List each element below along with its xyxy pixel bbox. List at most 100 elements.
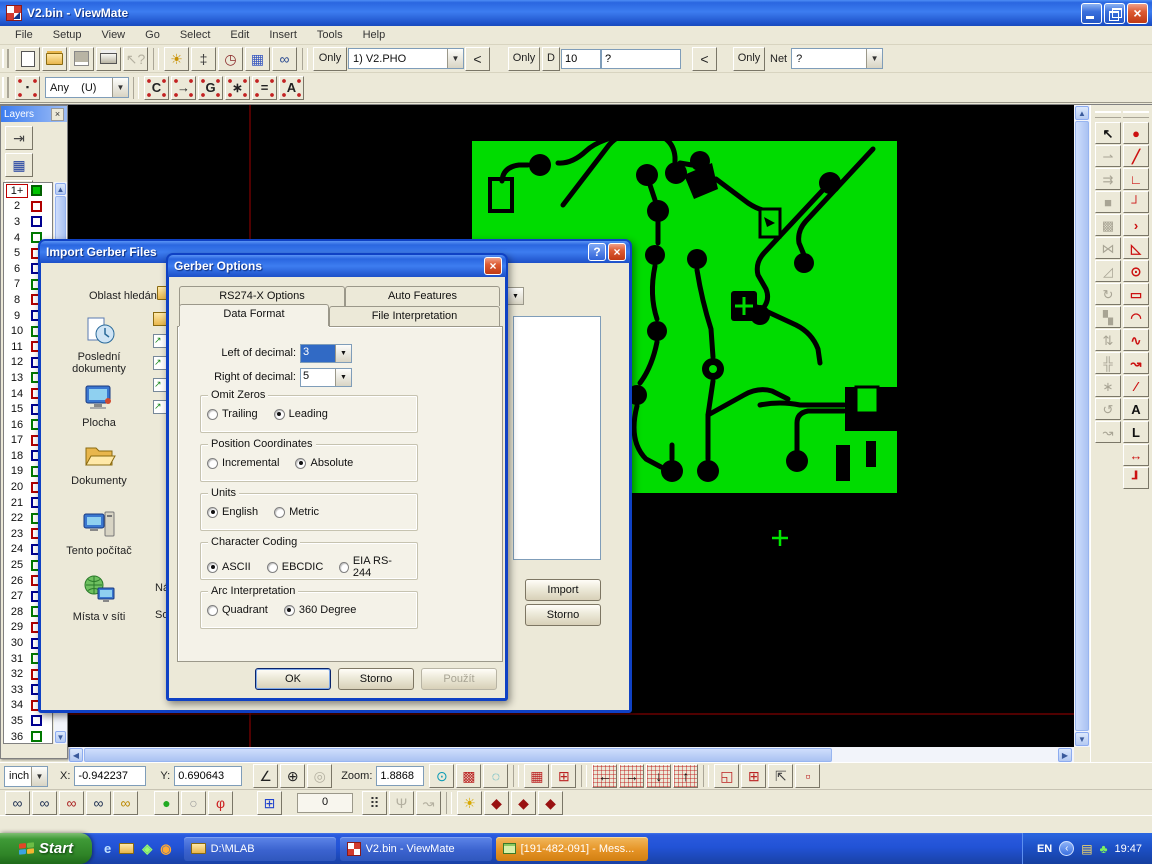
- insert-layer-button[interactable]: ⇥: [5, 126, 33, 150]
- left-of-decimal-select[interactable]: 3 ▼: [300, 344, 352, 363]
- layer-row-3[interactable]: 3: [4, 214, 52, 230]
- lamp-on-button[interactable]: ●: [154, 791, 179, 815]
- ok-button[interactable]: OK: [255, 668, 331, 690]
- apply-button[interactable]: Použít: [421, 668, 497, 690]
- scroll-down-button[interactable]: ▼: [1075, 732, 1089, 746]
- close-button[interactable]: ×: [1127, 3, 1148, 24]
- close-icon[interactable]: ×: [51, 108, 64, 121]
- grid-coarse-button[interactable]: ⊞: [551, 764, 576, 788]
- fill-pattern-tool[interactable]: ▩: [1095, 214, 1121, 236]
- dot-grid-button[interactable]: ⠿: [362, 791, 387, 815]
- layer-color-swatch[interactable]: [31, 201, 42, 212]
- pan-up-button[interactable]: ↑: [673, 764, 698, 788]
- dcode-input[interactable]: [561, 49, 601, 69]
- layer-select[interactable]: 1) V2.PHO ▼: [348, 48, 464, 69]
- tab-data-format[interactable]: Data Format: [179, 304, 329, 326]
- shear-tool[interactable]: ▚: [1095, 306, 1121, 328]
- menu-setup[interactable]: Setup: [46, 27, 89, 43]
- menu-view[interactable]: View: [94, 27, 132, 43]
- radio-quadrant[interactable]: Quadrant: [207, 604, 268, 616]
- scroll-right-button[interactable]: ▶: [1058, 748, 1072, 762]
- view-filled-button[interactable]: ∞: [59, 791, 84, 815]
- aperture-select[interactable]: Any (U) ▼: [45, 77, 129, 98]
- zoom-input[interactable]: [376, 766, 424, 786]
- radio-absolute[interactable]: Absolute: [295, 457, 353, 469]
- layer-color-swatch[interactable]: [31, 216, 42, 227]
- menu-help[interactable]: Help: [356, 27, 393, 43]
- layer-color-swatch[interactable]: [31, 731, 42, 742]
- clock-button[interactable]: ◷: [218, 47, 243, 71]
- prev-layer-button[interactable]: <: [465, 47, 490, 71]
- pan-right-button[interactable]: →: [619, 764, 644, 788]
- pointer-tool[interactable]: ↖: [1095, 122, 1121, 144]
- menu-tools[interactable]: Tools: [310, 27, 350, 43]
- view-sketch-button[interactable]: ∞: [113, 791, 138, 815]
- view-origin-button[interactable]: ◱: [714, 764, 739, 788]
- zoom-selection-button[interactable]: ◌: [483, 764, 508, 788]
- draw-polyline-tool[interactable]: ∟: [1123, 168, 1149, 190]
- select-area-button[interactable]: ▫: [795, 764, 820, 788]
- radio-leading[interactable]: Leading: [274, 408, 328, 420]
- collapse-tray-button[interactable]: ‹: [1059, 841, 1074, 856]
- menu-file[interactable]: File: [8, 27, 40, 43]
- select-group-button[interactable]: G: [198, 76, 223, 100]
- chevron-down-icon[interactable]: ▼: [335, 369, 351, 386]
- language-indicator[interactable]: EN: [1037, 843, 1052, 855]
- view-traces-button[interactable]: ∞: [32, 791, 57, 815]
- probe-button[interactable]: ‡: [191, 47, 216, 71]
- help-button[interactable]: ?: [588, 243, 606, 261]
- lamp-off-button[interactable]: ○: [181, 791, 206, 815]
- quicklaunch-green-app[interactable]: ◈: [142, 841, 152, 857]
- radio-metric[interactable]: Metric: [274, 506, 319, 518]
- settings-tool[interactable]: ∗: [1095, 375, 1121, 397]
- scroll-up-button[interactable]: ▲: [55, 183, 66, 195]
- only-dcode-button[interactable]: Only: [508, 47, 540, 71]
- highlight-button[interactable]: ☀: [164, 47, 189, 71]
- print-button[interactable]: [96, 47, 121, 71]
- layer-color-swatch[interactable]: [31, 185, 42, 196]
- tray-icq-icon[interactable]: ♣: [1100, 842, 1108, 856]
- quicklaunch-folder[interactable]: [119, 843, 134, 854]
- move-multi-tool[interactable]: ⇉: [1095, 168, 1121, 190]
- layer-table-button[interactable]: ▦: [5, 153, 33, 177]
- pan-left-button[interactable]: ←: [592, 764, 617, 788]
- fill-rect-tool[interactable]: ■: [1095, 191, 1121, 213]
- right-of-decimal-select[interactable]: 5 ▼: [300, 368, 352, 387]
- task-dmlab[interactable]: D:\MLAB: [184, 837, 336, 861]
- select-component-button[interactable]: C: [144, 76, 169, 100]
- task-message[interactable]: [191-482-091] - Mess...: [496, 837, 648, 861]
- clock[interactable]: 19:47: [1114, 843, 1142, 855]
- radio-english[interactable]: English: [207, 506, 258, 518]
- prev-dcode-button[interactable]: <: [692, 47, 717, 71]
- place-network[interactable]: Místa v síti: [53, 574, 145, 623]
- film-colors-button[interactable]: ▦: [245, 47, 270, 71]
- horizontal-scroll-thumb[interactable]: [84, 748, 832, 762]
- save-file-button[interactable]: [69, 47, 94, 71]
- layer-row-35[interactable]: 35: [4, 713, 52, 729]
- tab-rs274x[interactable]: RS274-X Options: [179, 286, 345, 306]
- scroll-up-button[interactable]: ▲: [1075, 106, 1089, 120]
- diamond-rotate-button[interactable]: ◆: [511, 791, 536, 815]
- cancel-button[interactable]: Storno: [338, 668, 414, 690]
- menu-edit[interactable]: Edit: [223, 27, 256, 43]
- tab-file-interpretation[interactable]: File Interpretation: [329, 306, 500, 326]
- place-my-computer[interactable]: Tento počítač: [53, 510, 145, 557]
- dcode-query-input[interactable]: [601, 49, 681, 69]
- quicklaunch-ie[interactable]: e: [104, 841, 111, 856]
- place-documents[interactable]: Dokumenty: [53, 440, 145, 487]
- unit-select[interactable]: inch ▼: [4, 766, 48, 787]
- tray-notes-icon[interactable]: ▤: [1081, 842, 1092, 856]
- rotate-tool[interactable]: ↻: [1095, 283, 1121, 305]
- scroll-left-button[interactable]: ◀: [69, 748, 83, 762]
- open-file-button[interactable]: [42, 47, 67, 71]
- draw-flash-tool[interactable]: ●: [1123, 122, 1149, 144]
- undo-tool[interactable]: ↺: [1095, 398, 1121, 420]
- minimize-button[interactable]: [1081, 3, 1102, 24]
- selected-files-list[interactable]: [513, 316, 601, 560]
- radio-eia-rs244[interactable]: EIA RS-244: [339, 555, 401, 579]
- diamond-marker-button[interactable]: ◆: [484, 791, 509, 815]
- menu-select[interactable]: Select: [173, 27, 218, 43]
- radio-ascii[interactable]: ASCII: [207, 555, 251, 579]
- start-button[interactable]: Start: [0, 833, 92, 864]
- diamond-corner-button[interactable]: ◆: [538, 791, 563, 815]
